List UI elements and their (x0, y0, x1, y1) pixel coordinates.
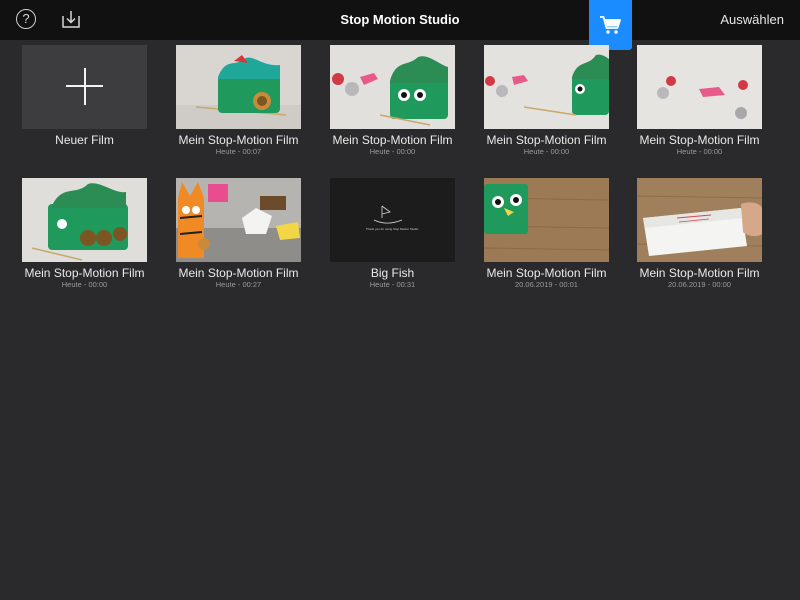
film-date-duration: Heute - 00:27 (215, 280, 262, 289)
film-tile[interactable]: Mein Stop-Motion Film 20.06.2019 - 00:01 (484, 178, 609, 298)
select-button[interactable]: Auswählen (720, 0, 784, 40)
shopping-cart-icon (600, 16, 621, 34)
film-title: Mein Stop-Motion Film (24, 266, 145, 280)
film-date-duration: Heute - 00:31 (369, 280, 416, 289)
film-title: Mein Stop-Motion Film (178, 133, 299, 147)
film-title: Mein Stop-Motion Film (332, 133, 453, 147)
new-film-thumbnail[interactable] (22, 45, 147, 129)
film-tile[interactable]: Thank you for using Stop Motion Studio. … (330, 178, 455, 298)
film-title: Mein Stop-Motion Film (639, 133, 760, 147)
film-tile[interactable]: Mein Stop-Motion Film 20.06.2019 - 00:00 (637, 178, 762, 298)
film-tile[interactable]: Mein Stop-Motion Film Heute - 00:00 (22, 178, 147, 298)
film-thumbnail[interactable] (22, 178, 147, 262)
film-date-duration: 20.06.2019 - 00:00 (668, 280, 731, 289)
film-tile[interactable]: Mein Stop-Motion Film Heute - 00:00 (330, 45, 455, 165)
film-thumbnail[interactable] (484, 178, 609, 262)
film-title: Big Fish (370, 266, 415, 280)
film-date-duration: Heute - 00:07 (215, 147, 262, 156)
film-thumbnail[interactable]: Thank you for using Stop Motion Studio. (330, 178, 455, 262)
film-date-duration: Heute - 00:00 (61, 280, 108, 289)
film-tile[interactable]: Mein Stop-Motion Film Heute - 00:00 (484, 45, 609, 165)
film-date-duration: Heute - 00:00 (676, 147, 723, 156)
new-film-label: Neuer Film (55, 133, 114, 147)
film-date-duration: 20.06.2019 - 00:01 (515, 280, 578, 289)
help-icon[interactable]: ? (16, 9, 36, 29)
film-tile[interactable]: Mein Stop-Motion Film Heute - 00:07 (176, 45, 301, 165)
film-title: Mein Stop-Motion Film (639, 266, 760, 280)
film-title: Mein Stop-Motion Film (486, 266, 607, 280)
film-thumbnail[interactable] (330, 45, 455, 129)
store-button[interactable] (589, 0, 632, 50)
film-thumbnail[interactable] (176, 45, 301, 129)
film-thumbnail[interactable] (637, 178, 762, 262)
top-bar: ? Stop Motion Studio Auswählen (0, 0, 800, 50)
plus-icon-vertical (83, 68, 86, 105)
download-tray-icon (62, 11, 80, 28)
film-title: Mein Stop-Motion Film (178, 266, 299, 280)
film-thumbnail[interactable] (176, 178, 301, 262)
import-icon[interactable] (61, 9, 81, 29)
film-thumbnail[interactable] (637, 45, 762, 129)
end-card-text: Thank you for using Stop Motion Studio. (366, 227, 420, 231)
film-thumbnail[interactable] (484, 45, 609, 129)
film-tile[interactable]: Mein Stop-Motion Film Heute - 00:27 (176, 178, 301, 298)
app-title: Stop Motion Studio (340, 12, 460, 27)
film-date-duration: Heute - 00:00 (523, 147, 570, 156)
film-tile[interactable]: Mein Stop-Motion Film Heute - 00:00 (637, 45, 762, 165)
new-film-tile[interactable]: Neuer Film (22, 45, 147, 165)
film-title: Mein Stop-Motion Film (486, 133, 607, 147)
film-date-duration: Heute - 00:00 (369, 147, 416, 156)
